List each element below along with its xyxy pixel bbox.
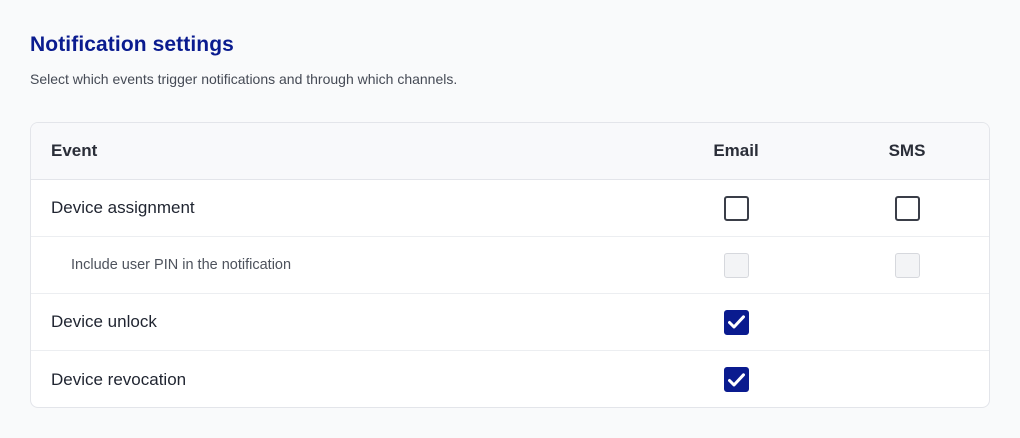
event-label-device-unlock: Device unlock <box>51 312 157 331</box>
event-label-include-user-pin: Include user PIN in the notification <box>71 257 292 273</box>
page-title: Notification settings <box>30 33 234 56</box>
checkmark-icon <box>727 315 745 329</box>
page-subtitle: Select which events trigger notification… <box>30 71 458 87</box>
device-revocation-email-checkbox[interactable] <box>723 367 749 392</box>
device-unlock-email-checkbox[interactable] <box>723 309 749 335</box>
table-row-include-user-pin: Include user PIN in the notification <box>31 237 989 294</box>
include-pin-email-checkbox[interactable] <box>723 252 749 278</box>
include-pin-sms-checkbox[interactable] <box>894 252 920 278</box>
notifications-table: Event Email SMS Device assignment Includ… <box>30 122 990 408</box>
table-row-device-revocation: Device revocation <box>31 351 989 407</box>
event-label-device-assignment: Device assignment <box>51 198 195 217</box>
column-header-email: Email <box>713 141 759 160</box>
column-header-event: Event <box>51 141 98 160</box>
device-assignment-sms-checkbox[interactable] <box>894 195 920 221</box>
table-row-device-unlock: Device unlock <box>31 294 989 351</box>
table-header-row: Event Email SMS <box>31 123 989 180</box>
notification-settings-page: Notification settings Select which event… <box>0 0 1020 438</box>
column-header-sms: SMS <box>888 141 926 160</box>
table-row-device-assignment: Device assignment <box>31 180 989 237</box>
device-assignment-email-checkbox[interactable] <box>723 195 749 221</box>
event-label-device-revocation: Device revocation <box>51 369 187 389</box>
checkmark-icon <box>727 372 745 386</box>
